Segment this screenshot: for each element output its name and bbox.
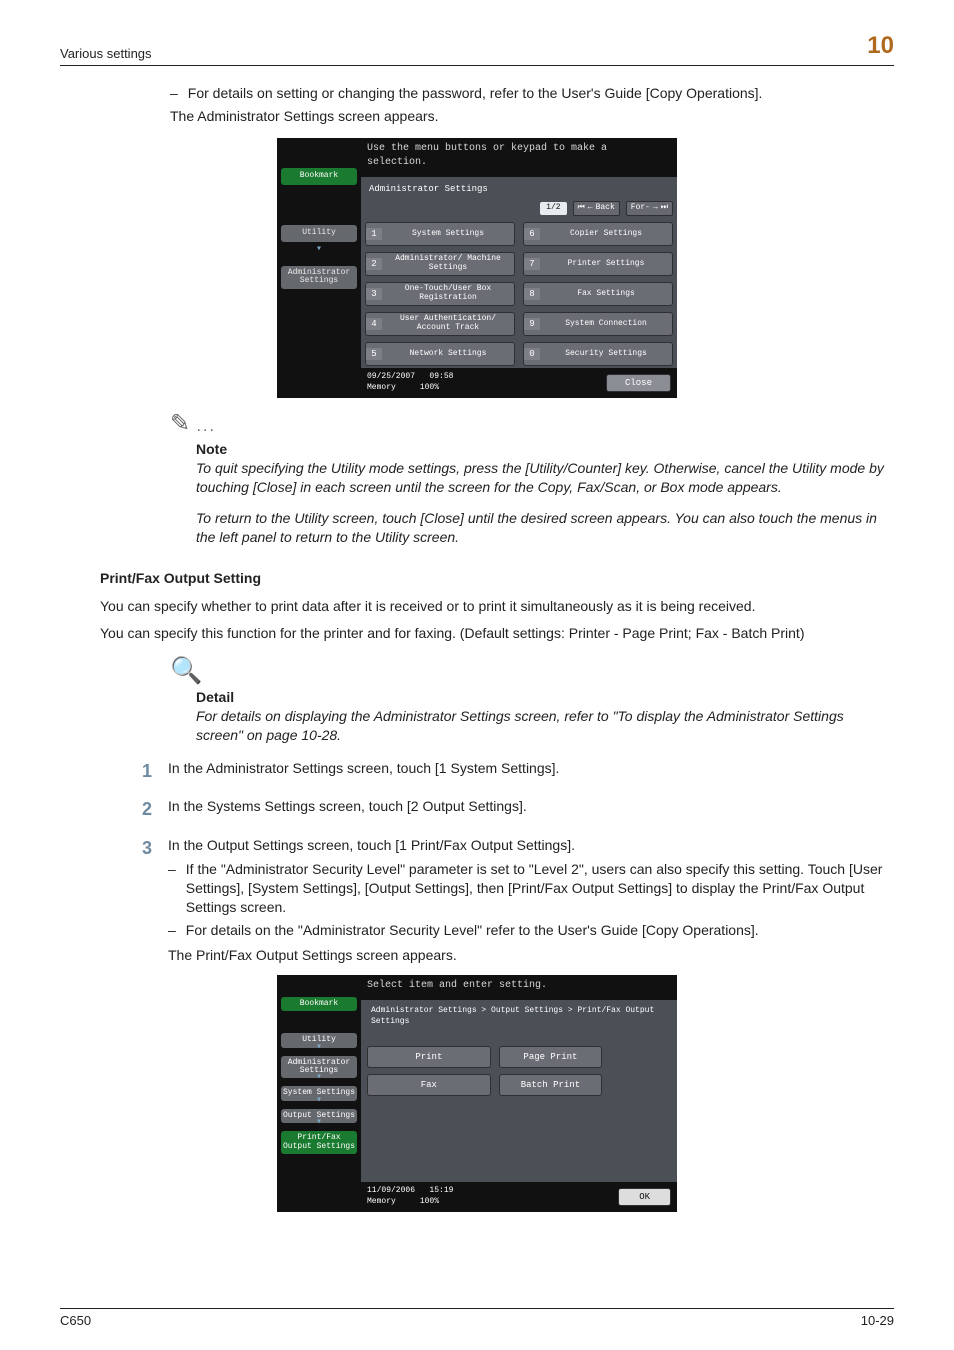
- menu-item-4[interactable]: 4User Authentication/ Account Track: [365, 312, 515, 336]
- chevron-down-icon: ▾: [281, 1044, 357, 1054]
- menu-item-9[interactable]: 9System Connection: [523, 312, 673, 336]
- bookmark-tab[interactable]: Bookmark: [281, 168, 357, 185]
- screen-title: Administrator Settings: [365, 181, 673, 201]
- status-datetime: 11/09/2006 15:19 Memory 100%: [367, 1186, 453, 1208]
- printfax-settings-tab[interactable]: Print/Fax Output Settings: [281, 1131, 357, 1154]
- setting-name[interactable]: Fax: [367, 1074, 491, 1096]
- step-1: 1 In the Administrator Settings screen, …: [170, 759, 894, 783]
- footer-model: C650: [60, 1312, 91, 1330]
- menu-item-5[interactable]: 5Network Settings: [365, 342, 515, 366]
- admin-settings-screenshot: Bookmark Utility ▾ Administrator Setting…: [277, 138, 677, 398]
- chevron-down-icon: ▾: [281, 1074, 357, 1084]
- subsection-heading: Print/Fax Output Setting: [100, 569, 894, 588]
- section-title: Various settings: [60, 45, 152, 63]
- back-button[interactable]: ⏮←Back: [573, 201, 620, 216]
- admin-settings-tab[interactable]: Administrator Settings: [281, 266, 357, 289]
- chevron-down-icon: ▾: [281, 1097, 357, 1107]
- setting-name[interactable]: Print: [367, 1046, 491, 1068]
- setting-value[interactable]: Page Print: [499, 1046, 602, 1068]
- menu-item-1[interactable]: 1System Settings: [365, 222, 515, 246]
- menu-item-2[interactable]: 2Administrator/ Machine Settings: [365, 252, 515, 276]
- note-text-1: To quit specifying the Utility mode sett…: [196, 459, 894, 497]
- intro-bullet: – For details on setting or changing the…: [170, 84, 894, 103]
- forward-button[interactable]: For-→⏭: [626, 201, 673, 216]
- printfax-settings-screenshot: Bookmark Utility ▾ Administrator Setting…: [277, 975, 677, 1212]
- chevron-down-icon: ▾: [281, 246, 357, 256]
- section2-p1: You can specify whether to print data af…: [100, 597, 894, 616]
- breadcrumb: Administrator Settings > Output Settings…: [367, 1004, 671, 1034]
- chevron-down-icon: ▾: [281, 1119, 357, 1129]
- step-3: 3 In the Output Settings screen, touch […: [170, 836, 894, 965]
- detail-icon: 🔍: [170, 655, 202, 685]
- chapter-number: 10: [867, 30, 894, 62]
- setting-value[interactable]: Batch Print: [499, 1074, 602, 1096]
- menu-item-8[interactable]: 8Fax Settings: [523, 282, 673, 306]
- bookmark-tab[interactable]: Bookmark: [281, 997, 357, 1011]
- detail-label: Detail: [196, 688, 894, 707]
- footer-page: 10-29: [861, 1312, 894, 1330]
- step-2: 2 In the Systems Settings screen, touch …: [170, 797, 894, 821]
- ok-button[interactable]: OK: [618, 1188, 671, 1206]
- utility-tab[interactable]: Utility: [281, 225, 357, 242]
- menu-item-7[interactable]: 7Printer Settings: [523, 252, 673, 276]
- detail-text: For details on displaying the Administra…: [196, 707, 894, 745]
- menu-item-3[interactable]: 3One-Touch/User Box Registration: [365, 282, 515, 306]
- menu-item-6[interactable]: 6Copier Settings: [523, 222, 673, 246]
- note-text-2: To return to the Utility screen, touch […: [196, 509, 894, 547]
- pager-indicator: 1/2: [540, 202, 566, 215]
- instruction-text: Use the menu buttons or keypad to make a…: [361, 138, 677, 177]
- section2-p2: You can specify this function for the pr…: [100, 624, 894, 643]
- menu-item-0[interactable]: 0Security Settings: [523, 342, 673, 366]
- instruction-text: Select item and enter setting.: [361, 975, 677, 1001]
- close-button[interactable]: Close: [606, 374, 671, 392]
- note-icon: ✎ ...: [170, 410, 216, 437]
- intro-line: The Administrator Settings screen appear…: [170, 107, 894, 126]
- status-datetime: 09/25/2007 09:58 Memory 100%: [367, 372, 453, 394]
- note-label: Note: [196, 440, 894, 459]
